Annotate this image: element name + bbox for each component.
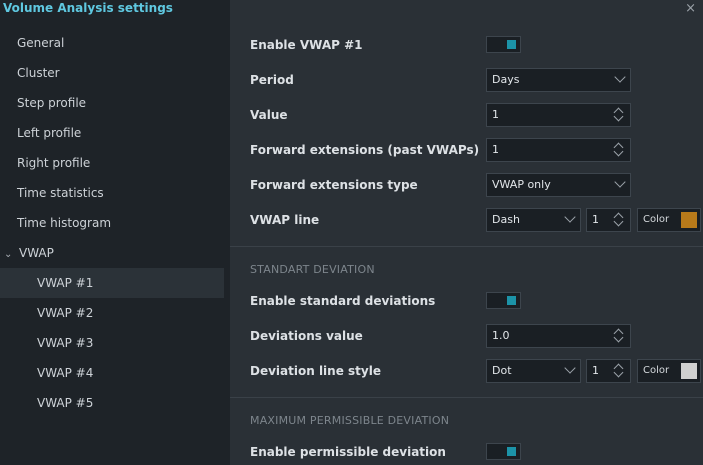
deviation-line-style-dropdown[interactable]: Dot [486,359,581,383]
vwap-line-label: VWAP line [250,213,320,227]
spinner-icon[interactable] [613,327,625,345]
color-swatch [681,363,697,379]
value-label: Value [250,108,288,122]
spinner-icon[interactable] [613,362,625,380]
sidebar-item-label: VWAP #1 [37,276,94,290]
sidebar-item-label: VWAP #3 [37,336,94,350]
chevron-down-icon [564,362,576,374]
forward-ext-type-label: Forward extensions type [250,178,418,192]
forward-ext-row: Forward extensions (past VWAPs) 1 [250,138,690,164]
sidebar-item-vwap-4[interactable]: VWAP #4 [0,358,230,388]
sidebar-item-label: Time statistics [17,186,104,200]
value-value: 1 [492,108,499,121]
sidebar-item-left-profile[interactable]: Left profile [0,118,230,148]
value-row: Value 1 [250,103,690,129]
sidebar-item-vwap-2[interactable]: VWAP #2 [0,298,230,328]
vwap-line-color-picker[interactable]: Color [637,208,701,232]
sidebar-nav: General Cluster Step profile Left profil… [0,28,230,418]
forward-ext-type-dropdown[interactable]: VWAP only [486,173,631,197]
sidebar-item-cluster[interactable]: Cluster [0,58,230,88]
chevron-down-icon [614,71,626,83]
sidebar-item-label: VWAP #2 [37,306,94,320]
close-icon[interactable]: × [685,1,696,16]
sidebar-item-label: Cluster [17,66,60,80]
sidebar-item-vwap-5[interactable]: VWAP #5 [0,388,230,418]
sidebar-item-time-statistics[interactable]: Time statistics [0,178,230,208]
divider [230,397,703,398]
enable-std-dev-label: Enable standard deviations [250,294,436,308]
forward-ext-type-value: VWAP only [492,178,551,191]
forward-ext-stepper[interactable]: 1 [486,138,631,162]
sidebar-item-label: Left profile [17,126,82,140]
vwap-line-width-value: 1 [592,213,599,226]
settings-panel: × Enable VWAP #1 Period Days Value 1 For… [230,0,703,465]
color-label: Color [643,214,670,225]
deviation-line-width-value: 1 [592,364,599,377]
vwap-line-row: VWAP line Dash 1 Color [250,208,701,234]
sidebar-item-right-profile[interactable]: Right profile [0,148,230,178]
vwap-line-width-stepper[interactable]: 1 [586,208,631,232]
deviation-line-style-value: Dot [492,364,512,377]
deviations-value-value: 1.0 [492,329,510,342]
vwap-line-style-dropdown[interactable]: Dash [486,208,581,232]
period-label: Period [250,73,294,87]
sidebar-item-label: Time histogram [17,216,112,230]
period-dropdown[interactable]: Days [486,68,631,92]
sidebar-item-vwap-1[interactable]: VWAP #1 [0,268,224,298]
chevron-down-icon [614,176,626,188]
section-heading-max-dev: MAXIMUM PERMISSIBLE DEVIATION [250,414,450,427]
forward-ext-label: Forward extensions (past VWAPs) [250,143,480,157]
sidebar-item-time-histogram[interactable]: Time histogram [0,208,230,238]
window-title: Volume Analysis settings [3,1,173,15]
sidebar-item-label: VWAP #5 [37,396,94,410]
enable-vwap-label: Enable VWAP #1 [250,38,363,52]
deviations-value-row: Deviations value 1.0 [250,324,690,350]
sidebar-item-vwap[interactable]: ⌄ VWAP [0,238,230,268]
spinner-icon[interactable] [613,141,625,159]
sidebar-item-label: VWAP #4 [37,366,94,380]
enable-vwap-toggle[interactable] [486,36,521,53]
period-row: Period Days [250,68,690,94]
chevron-down-icon [564,211,576,223]
sidebar-item-label: General [17,36,65,50]
color-swatch [681,212,697,228]
enable-permissible-dev-label: Enable permissible deviation [250,445,446,459]
spinner-icon[interactable] [613,106,625,124]
forward-ext-type-row: Forward extensions type VWAP only [250,173,690,199]
enable-std-dev-toggle[interactable] [486,292,521,309]
sidebar-item-general[interactable]: General [0,28,230,58]
spinner-icon[interactable] [613,211,625,229]
toggle-knob [507,447,516,456]
deviations-value-stepper[interactable]: 1.0 [486,324,631,348]
deviation-line-style-row: Deviation line style Dot 1 Color [250,359,701,385]
period-value: Days [492,73,520,86]
sidebar-item-label: Right profile [17,156,91,170]
value-stepper[interactable]: 1 [486,103,631,127]
deviation-line-color-picker[interactable]: Color [637,359,701,383]
forward-ext-value: 1 [492,143,499,156]
toggle-knob [507,40,516,49]
enable-permissible-dev-row: Enable permissible deviation [250,440,690,465]
color-label: Color [643,365,670,376]
toggle-knob [507,296,516,305]
sidebar-item-label: VWAP [19,246,54,260]
enable-vwap-row: Enable VWAP #1 [250,33,690,59]
enable-permissible-dev-toggle[interactable] [486,443,521,460]
deviation-line-style-label: Deviation line style [250,364,381,378]
deviations-value-label: Deviations value [250,329,363,343]
sidebar-item-label: Step profile [17,96,87,110]
sidebar-item-step-profile[interactable]: Step profile [0,88,230,118]
section-heading-std-dev: STANDART DEVIATION [250,263,375,276]
deviation-line-width-stepper[interactable]: 1 [586,359,631,383]
sidebar-item-vwap-3[interactable]: VWAP #3 [0,328,230,358]
chevron-down-icon: ⌄ [4,249,13,260]
enable-std-dev-row: Enable standard deviations [250,289,690,315]
vwap-line-style-value: Dash [492,213,520,226]
divider [230,246,703,247]
sidebar: Volume Analysis settings General Cluster… [0,0,230,465]
